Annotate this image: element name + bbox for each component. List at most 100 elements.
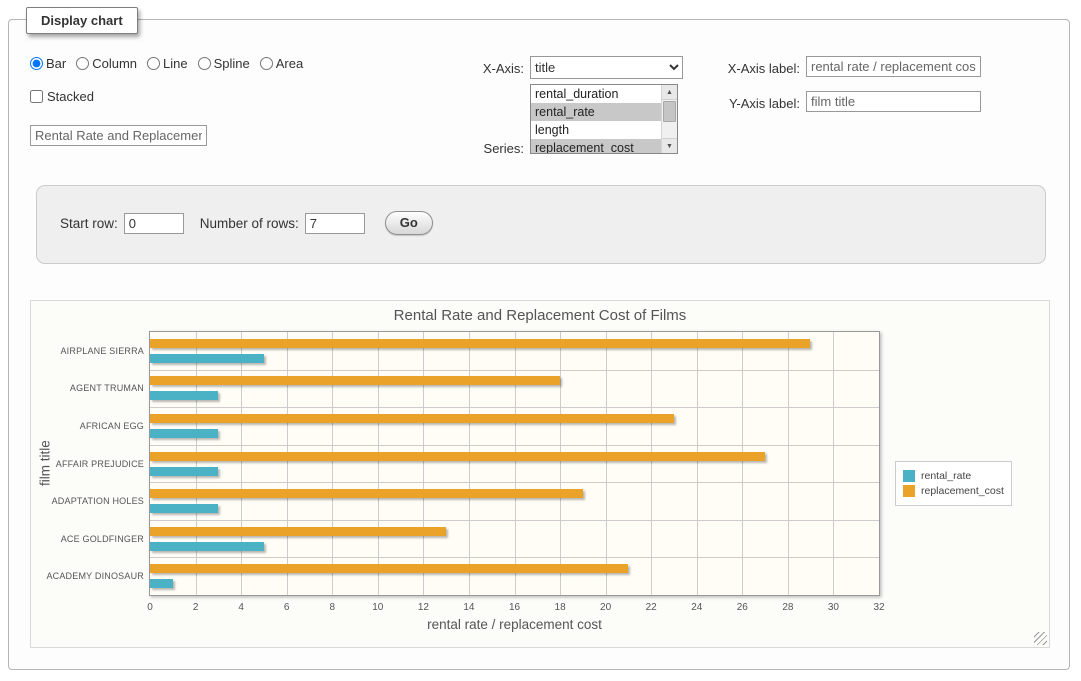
- x-tick-label: 18: [540, 602, 580, 613]
- h-gridline: [150, 557, 879, 558]
- category-label: ACADEMY DINOSAUR: [34, 571, 144, 581]
- chart-type-radio-line[interactable]: [147, 57, 160, 70]
- chart-type-radio-area[interactable]: [260, 57, 273, 70]
- bar-replacement_cost: [150, 452, 765, 461]
- category-label: AGENT TRUMAN: [34, 383, 144, 393]
- y-axis-label-label: Y-Axis label:: [652, 96, 800, 111]
- rows-controls: Start row: Number of rows: Go: [60, 211, 433, 235]
- chart-type-spline[interactable]: Spline: [198, 56, 250, 71]
- legend-entry-replacement_cost: replacement_cost: [903, 485, 1004, 497]
- chart-type-label: Line: [163, 56, 188, 71]
- series-list-label: Series:: [420, 141, 524, 156]
- legend-label: rental_rate: [921, 470, 971, 482]
- bar-rental_rate: [150, 579, 173, 588]
- num-rows-label: Number of rows:: [200, 216, 299, 231]
- x-tick-label: 6: [267, 602, 307, 613]
- num-rows-input[interactable]: [305, 213, 365, 234]
- chart-legend: rental_rate replacement_cost: [895, 461, 1012, 506]
- chart-type-radio-bar[interactable]: [30, 57, 43, 70]
- bar-replacement_cost: [150, 376, 560, 385]
- v-gridline: [469, 332, 470, 595]
- bar-rental_rate: [150, 391, 218, 400]
- chart-type-radio-column[interactable]: [76, 57, 89, 70]
- v-gridline: [606, 332, 607, 595]
- h-gridline: [150, 520, 879, 521]
- category-label: AFRICAN EGG: [34, 421, 144, 431]
- fieldset-legend: Display chart: [26, 7, 138, 34]
- chart-type-line[interactable]: Line: [147, 56, 188, 71]
- y-axis-label-input[interactable]: [806, 91, 981, 112]
- chart-type-area[interactable]: Area: [260, 56, 303, 71]
- chart-title: Rental Rate and Replacement Cost of Film…: [31, 307, 1049, 324]
- series-option-rental_duration[interactable]: rental_duration: [531, 85, 662, 103]
- bar-rental_rate: [150, 354, 264, 363]
- v-gridline: [378, 332, 379, 595]
- v-gridline: [196, 332, 197, 595]
- bar-replacement_cost: [150, 339, 810, 348]
- x-tick-label: 12: [403, 602, 443, 613]
- bar-rental_rate: [150, 504, 218, 513]
- stacked-option[interactable]: Stacked: [30, 87, 94, 105]
- v-gridline: [833, 332, 834, 595]
- h-gridline: [150, 407, 879, 408]
- x-tick-label: 22: [631, 602, 671, 613]
- category-label: ADAPTATION HOLES: [34, 496, 144, 506]
- go-button[interactable]: Go: [385, 211, 433, 235]
- chart-type-column[interactable]: Column: [76, 56, 137, 71]
- chart-type-label: Spline: [214, 56, 250, 71]
- stacked-label: Stacked: [47, 89, 94, 104]
- legend-label: replacement_cost: [921, 485, 1004, 497]
- x-tick-label: 8: [312, 602, 352, 613]
- x-tick-label: 10: [358, 602, 398, 613]
- chart-type-bar[interactable]: Bar: [30, 56, 66, 71]
- bar-replacement_cost: [150, 414, 674, 423]
- category-label: AIRPLANE SIERRA: [34, 346, 144, 356]
- chart-widget: Rental Rate and Replacement Cost of Film…: [30, 300, 1050, 648]
- resize-handle-icon[interactable]: [1034, 632, 1047, 645]
- bar-replacement_cost: [150, 489, 583, 498]
- h-gridline: [150, 370, 879, 371]
- chart-type-label: Area: [276, 56, 303, 71]
- x-axis-label-label: X-Axis label:: [652, 61, 800, 76]
- series-option-replacement_cost[interactable]: replacement_cost: [531, 139, 662, 154]
- series-option-rental_rate[interactable]: rental_rate: [531, 103, 662, 121]
- v-gridline: [788, 332, 789, 595]
- v-gridline: [651, 332, 652, 595]
- legend-swatch-icon: [903, 470, 915, 482]
- bar-rental_rate: [150, 429, 218, 438]
- v-gridline: [332, 332, 333, 595]
- x-tick-label: 20: [586, 602, 626, 613]
- series-option-length[interactable]: length: [531, 121, 662, 139]
- start-row-input[interactable]: [124, 213, 184, 234]
- x-tick-label: 28: [768, 602, 808, 613]
- start-row-label: Start row:: [60, 216, 118, 231]
- v-gridline: [241, 332, 242, 595]
- chart-type-group: Bar Column Line Spline Area: [30, 54, 303, 72]
- h-gridline: [150, 482, 879, 483]
- scroll-down-icon[interactable]: ▼: [662, 138, 677, 153]
- category-label: ACE GOLDFINGER: [34, 534, 144, 544]
- x-tick-label: 4: [221, 602, 261, 613]
- category-label: AFFAIR PREJUDICE: [34, 459, 144, 469]
- v-gridline: [515, 332, 516, 595]
- bar-replacement_cost: [150, 564, 628, 573]
- x-tick-label: 2: [176, 602, 216, 613]
- x-axis-select-label: X-Axis:: [420, 61, 524, 76]
- chart-type-radio-spline[interactable]: [198, 57, 211, 70]
- legend-swatch-icon: [903, 485, 915, 497]
- v-gridline: [287, 332, 288, 595]
- x-tick-label: 26: [722, 602, 762, 613]
- v-gridline: [423, 332, 424, 595]
- bar-rental_rate: [150, 467, 218, 476]
- x-tick-label: 30: [813, 602, 853, 613]
- series-listbox[interactable]: rental_durationrental_ratelengthreplacem…: [530, 84, 678, 154]
- x-tick-label: 16: [495, 602, 535, 613]
- chart-title-input[interactable]: [30, 125, 207, 146]
- v-gridline: [742, 332, 743, 595]
- bar-rental_rate: [150, 542, 264, 551]
- legend-entry-rental_rate: rental_rate: [903, 470, 1004, 482]
- x-axis-label-input[interactable]: [806, 56, 981, 77]
- stacked-checkbox[interactable]: [30, 90, 43, 103]
- plot-area: rental rate / replacement cost 024681012…: [149, 331, 880, 596]
- x-tick-label: 24: [677, 602, 717, 613]
